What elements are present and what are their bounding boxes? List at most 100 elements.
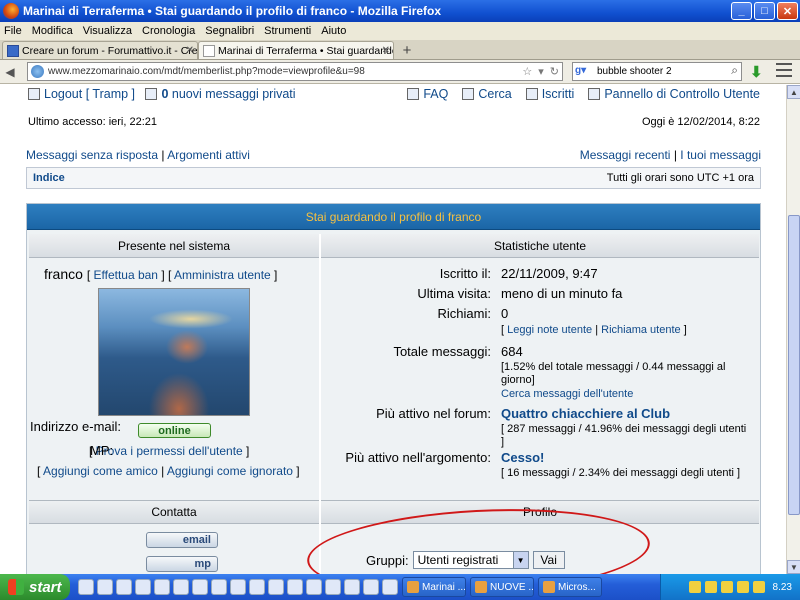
- total-posts-label: Totale messaggi:: [393, 344, 491, 359]
- active-forum-link[interactable]: Quattro chiacchiere al Club: [501, 406, 670, 421]
- search-link[interactable]: Cerca: [462, 87, 512, 101]
- quicklaunch-icon[interactable]: [306, 579, 322, 595]
- quicklaunch-icon[interactable]: [192, 579, 208, 595]
- unanswered-link[interactable]: Messaggi senza risposta: [26, 148, 158, 162]
- add-friend-link[interactable]: Aggiungi come amico: [43, 464, 158, 478]
- quicklaunch-icon[interactable]: [116, 579, 132, 595]
- quicklaunch-icon[interactable]: [211, 579, 227, 595]
- close-tab-icon[interactable]: ✕: [382, 45, 390, 56]
- pm-button[interactable]: mp: [146, 556, 218, 572]
- vertical-scrollbar[interactable]: ▲ ▼: [786, 85, 800, 574]
- ban-link[interactable]: Effettua ban: [93, 268, 158, 282]
- download-icon[interactable]: ⬇: [750, 63, 763, 81]
- close-button[interactable]: ✕: [777, 2, 798, 20]
- email-button[interactable]: email: [146, 532, 218, 548]
- quicklaunch-icon[interactable]: [363, 579, 379, 595]
- search-input[interactable]: g▾ bubble shooter 2 ⌕: [572, 62, 742, 81]
- search-text: bubble shooter 2: [597, 66, 672, 77]
- page-content: Logout [ Tramp ] 0 nuovi messaggi privat…: [0, 85, 786, 574]
- last-visit-label: Ultima visita:: [417, 286, 491, 301]
- quicklaunch-icon[interactable]: [135, 579, 151, 595]
- quicklaunch-icon[interactable]: [249, 579, 265, 595]
- dropdown-icon[interactable]: ▾: [538, 65, 544, 78]
- quicklaunch-icon[interactable]: [97, 579, 113, 595]
- breadcrumb: Indice Tutti gli orari sono UTC +1 ora: [26, 167, 761, 189]
- quicklaunch-icon[interactable]: [78, 579, 94, 595]
- back-icon[interactable]: ◀: [0, 62, 20, 82]
- quicklaunch-icon[interactable]: [173, 579, 189, 595]
- menu-strumenti[interactable]: Strumenti: [264, 25, 311, 37]
- pm-link[interactable]: 0 nuovi messaggi privati: [145, 87, 296, 101]
- your-posts-link[interactable]: I tuoi messaggi: [680, 148, 761, 162]
- admin-link[interactable]: Amministra utente: [174, 268, 271, 282]
- friend-row: [ Aggiungi come amico | Aggiungi come ig…: [37, 464, 300, 478]
- quicklaunch-icon[interactable]: [230, 579, 246, 595]
- menu-cronologia[interactable]: Cronologia: [142, 25, 195, 37]
- menu-segnalibri[interactable]: Segnalibri: [205, 25, 254, 37]
- new-tab-button[interactable]: +: [397, 41, 417, 59]
- envelope-icon: [145, 88, 158, 100]
- tray-icon[interactable]: [688, 581, 701, 593]
- reload-icon[interactable]: ↻: [550, 65, 559, 78]
- quicklaunch-icon[interactable]: [325, 579, 341, 595]
- search-user-posts-link[interactable]: Cerca messaggi dell'utente: [501, 388, 633, 400]
- menu-visualizza[interactable]: Visualizza: [83, 25, 132, 37]
- tab-forumattivo[interactable]: Creare un forum - Forumattivo.it - Crear…: [2, 41, 198, 59]
- clock[interactable]: 8.23: [773, 582, 792, 593]
- quicklaunch-icon[interactable]: [287, 579, 303, 595]
- tray-icon[interactable]: [704, 581, 717, 593]
- faq-label: FAQ: [423, 87, 449, 101]
- logout-icon: [28, 88, 40, 100]
- last-visit-value: meno di un minuto fa: [501, 286, 623, 301]
- ucp-link[interactable]: Pannello di Controllo Utente: [588, 87, 760, 101]
- add-ignore-link[interactable]: Aggiungi come ignorato: [167, 464, 293, 478]
- taskbar-item-firefox[interactable]: Marinai ...: [402, 577, 466, 597]
- index-link[interactable]: Indice: [33, 172, 65, 184]
- search-icon[interactable]: ⌕: [731, 63, 738, 78]
- pm-label: nuovi messaggi privati: [171, 87, 296, 101]
- members-link[interactable]: Iscritti: [525, 87, 574, 101]
- tray-icon[interactable]: [752, 581, 765, 593]
- scroll-down-icon[interactable]: ▼: [787, 560, 800, 574]
- pm-button-label: mp: [194, 558, 212, 570]
- menu-aiuto[interactable]: Aiuto: [321, 25, 346, 37]
- bookmark-star-icon[interactable]: ☆: [522, 65, 532, 78]
- tab-bar: Creare un forum - Forumattivo.it - Crear…: [0, 40, 800, 60]
- close-tab-icon[interactable]: ✕: [186, 45, 194, 56]
- url-bar[interactable]: www.mezzomarinaio.com/mdt/memberlist.php…: [27, 62, 563, 81]
- firefox-icon: [3, 3, 19, 19]
- recent-posts-link[interactable]: Messaggi recenti: [580, 148, 671, 162]
- warn-user-link[interactable]: Richiama utente: [601, 324, 681, 336]
- active-topic-link[interactable]: Cesso!: [501, 450, 544, 465]
- user-card: franco [ Effettua ban ] [ Amministra ute…: [29, 260, 319, 498]
- scroll-up-icon[interactable]: ▲: [787, 85, 800, 99]
- tray-icon[interactable]: [736, 581, 749, 593]
- read-notes-link[interactable]: Leggi note utente: [507, 324, 592, 336]
- faq-link[interactable]: FAQ: [407, 87, 448, 101]
- separator: |: [670, 148, 681, 162]
- maximize-button[interactable]: □: [754, 2, 775, 20]
- taskbar-item-microsoft[interactable]: Micros...: [538, 577, 602, 597]
- tab-marinai[interactable]: Marinai di Terraferma • Stai guardando i…: [198, 41, 394, 59]
- scroll-thumb[interactable]: [788, 215, 800, 515]
- start-button[interactable]: start: [0, 574, 70, 600]
- menu-modifica[interactable]: Modifica: [32, 25, 73, 37]
- timezone-text: Tutti gli orari sono UTC +1 ora: [606, 172, 754, 184]
- taskbar-item-nuove[interactable]: NUOVE ...: [470, 577, 534, 597]
- window-icon: [475, 581, 487, 593]
- active-topics-link[interactable]: Argomenti attivi: [167, 148, 250, 162]
- logout-link[interactable]: Logout [ Tramp ]: [28, 87, 135, 101]
- groups-select[interactable]: Utenti registrati ▼: [412, 551, 529, 569]
- warnings-value: 0: [501, 306, 509, 321]
- go-button[interactable]: Vai: [532, 551, 565, 569]
- tray-icon[interactable]: [720, 581, 733, 593]
- minimize-button[interactable]: _: [731, 2, 752, 20]
- menu-file[interactable]: File: [4, 25, 22, 37]
- menu-icon[interactable]: [776, 63, 792, 77]
- test-permissions-link[interactable]: Prova i permessi dell'utente: [96, 444, 243, 458]
- quicklaunch-icon[interactable]: [382, 579, 398, 595]
- quicklaunch-icon[interactable]: [268, 579, 284, 595]
- quicklaunch-icon[interactable]: [344, 579, 360, 595]
- quicklaunch-icon[interactable]: [154, 579, 170, 595]
- taskbar-item-label: Marinai ...: [422, 581, 466, 593]
